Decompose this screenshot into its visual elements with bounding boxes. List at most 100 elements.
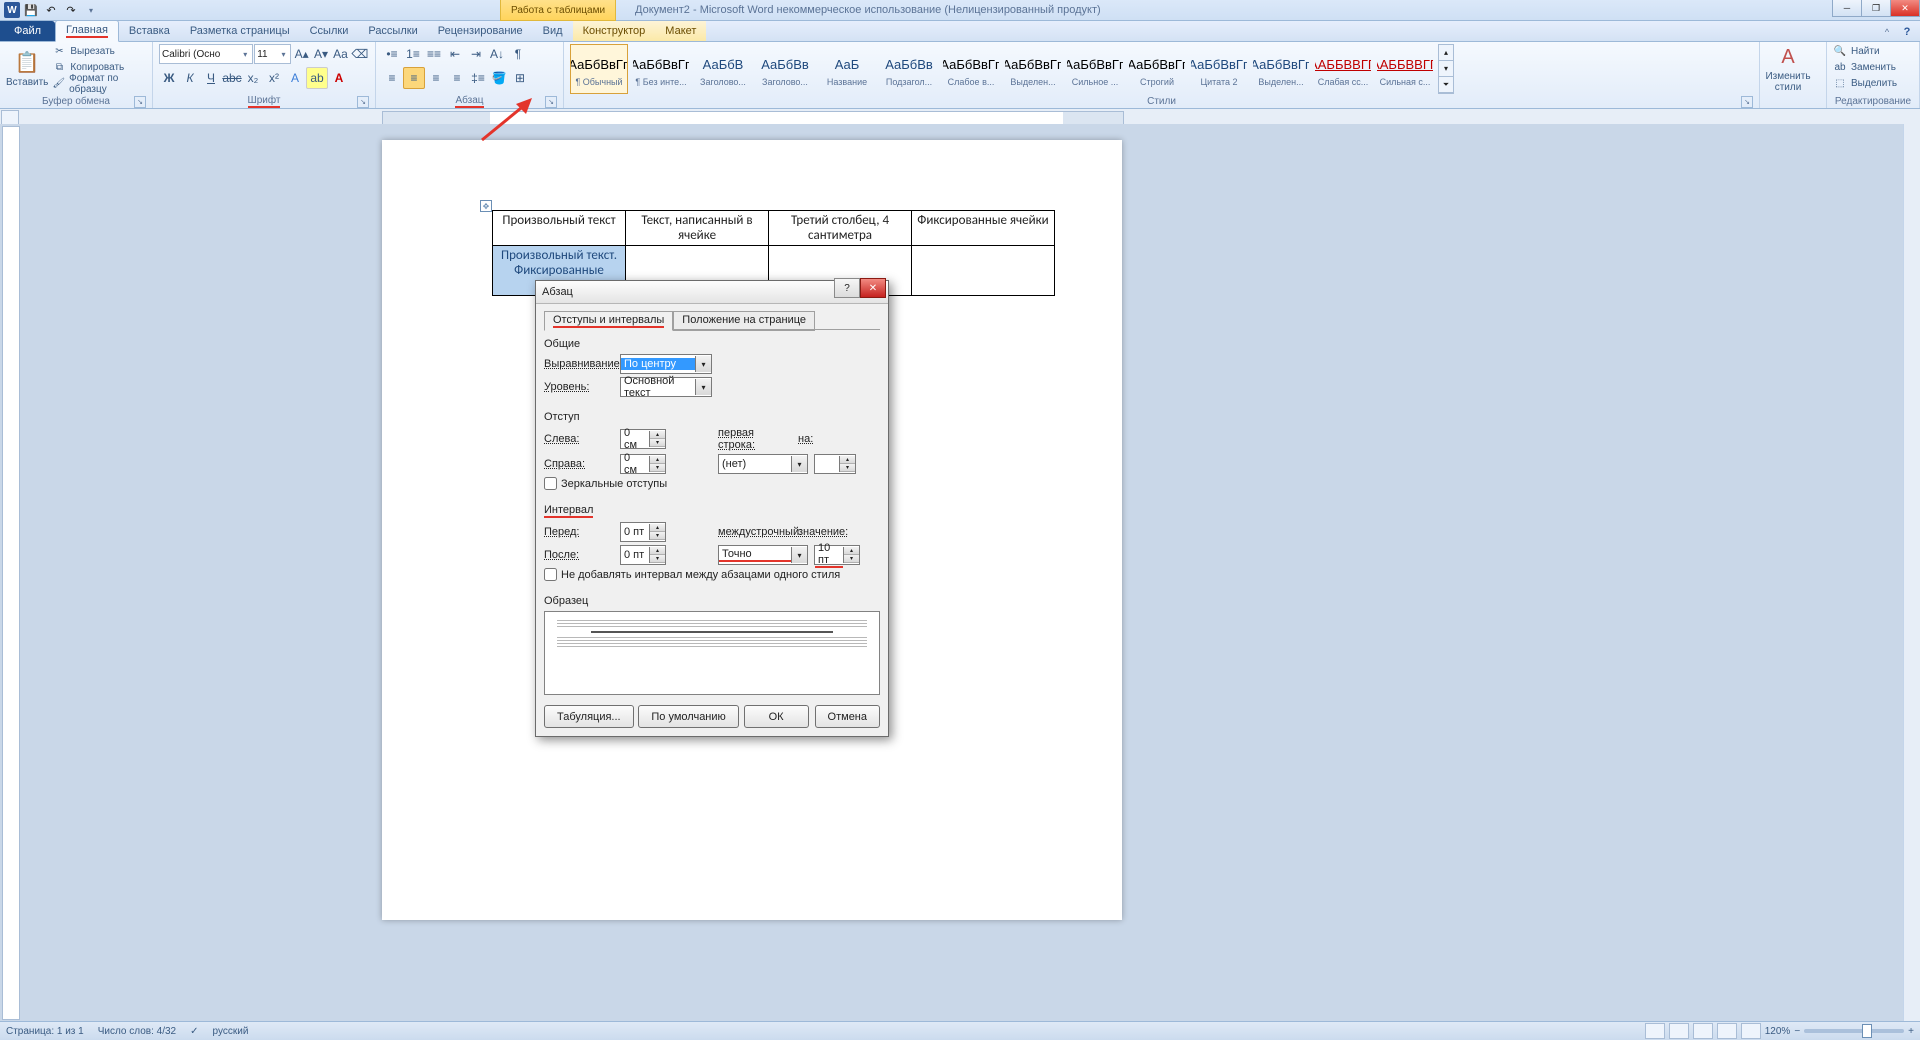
style-item[interactable]: АаБбВЗаголово... — [694, 44, 752, 94]
style-item[interactable]: АаБбВвГг,¶ Обычный — [570, 44, 628, 94]
increase-indent-icon[interactable]: ⇥ — [466, 44, 486, 64]
outline-level-combo[interactable]: Основной текст▾ — [620, 377, 712, 397]
select-button[interactable]: ⬚Выделить — [1833, 76, 1897, 91]
cancel-button[interactable]: Отмена — [815, 705, 880, 728]
no-space-same-style-check[interactable]: Не добавлять интервал между абзацами одн… — [544, 568, 880, 581]
style-item[interactable]: АаБбВвГгСтрогий — [1128, 44, 1186, 94]
status-proofing-icon[interactable]: ✓ — [190, 1026, 198, 1037]
vertical-ruler[interactable] — [2, 126, 20, 1020]
gallery-scroll-icon[interactable]: ▾ — [1439, 61, 1453, 77]
view-outline-icon[interactable] — [1717, 1023, 1737, 1039]
space-before-spin[interactable]: 0 пт▴▾ — [620, 522, 666, 542]
style-item[interactable]: ААББВВГГ,Слабая сс... — [1314, 44, 1372, 94]
clipboard-launcher[interactable]: ↘ — [134, 96, 146, 108]
dialog-help-button[interactable]: ? — [834, 278, 860, 298]
mirror-indents-check[interactable]: Зеркальные отступы — [544, 477, 880, 490]
decrease-indent-icon[interactable]: ⇤ — [445, 44, 465, 64]
font-size-combo[interactable]: 11▾ — [254, 44, 291, 64]
dialog-tab-pageposition[interactable]: Положение на странице — [673, 311, 815, 331]
default-button[interactable]: По умолчанию — [638, 705, 738, 728]
minimize-button[interactable]: ─ — [1832, 0, 1862, 17]
tab-layout[interactable]: Макет — [655, 21, 706, 41]
bold-icon[interactable]: Ж — [159, 68, 179, 88]
change-case-icon[interactable]: Aa — [331, 44, 349, 64]
subscript-icon[interactable]: x₂ — [243, 68, 263, 88]
vertical-scrollbar[interactable] — [1903, 124, 1920, 1022]
table-row[interactable]: Произвольный текст Текст, написанный в я… — [493, 211, 1055, 246]
view-web-icon[interactable] — [1693, 1023, 1713, 1039]
gallery-scroll-icon[interactable]: ▴ — [1439, 45, 1453, 61]
font-name-combo[interactable]: Calibri (Осно▾ — [159, 44, 253, 64]
ok-button[interactable]: ОК — [744, 705, 809, 728]
zoom-in-icon[interactable]: + — [1908, 1026, 1914, 1037]
zoom-level[interactable]: 120% — [1765, 1026, 1791, 1037]
alignment-combo[interactable]: По центру▾ — [620, 354, 712, 374]
italic-icon[interactable]: К — [180, 68, 200, 88]
format-painter-button[interactable]: 🖌Формат по образцу — [52, 76, 146, 91]
paste-button[interactable]: 📋 Вставить — [6, 44, 48, 94]
styles-launcher[interactable]: ↘ — [1741, 96, 1753, 108]
clear-format-icon[interactable]: ⌫ — [351, 44, 369, 64]
qat-customize-icon[interactable]: ▾ — [82, 1, 100, 19]
tab-view[interactable]: Вид — [533, 21, 573, 41]
tab-page-layout[interactable]: Разметка страницы — [180, 21, 300, 41]
tab-review[interactable]: Рецензирование — [428, 21, 533, 41]
bullet-list-icon[interactable]: •≡ — [382, 44, 402, 64]
style-item[interactable]: АаБбВвПодзагол... — [880, 44, 938, 94]
align-right-icon[interactable]: ≡ — [426, 68, 446, 88]
align-left-icon[interactable]: ≡ — [382, 68, 402, 88]
ribbon-minimize-icon[interactable]: ^ — [1878, 23, 1896, 41]
paragraph-launcher[interactable]: ↘ — [545, 96, 557, 108]
tab-mailings[interactable]: Рассылки — [358, 21, 427, 41]
find-button[interactable]: 🔍Найти — [1833, 44, 1897, 59]
style-item[interactable]: АаБбВвГг,¶ Без инте... — [632, 44, 690, 94]
underline-icon[interactable]: Ч — [201, 68, 221, 88]
tab-design[interactable]: Конструктор — [573, 21, 656, 41]
justify-icon[interactable]: ≡ — [447, 68, 467, 88]
status-page[interactable]: Страница: 1 из 1 — [6, 1026, 84, 1037]
number-list-icon[interactable]: 1≡ — [403, 44, 423, 64]
style-item[interactable]: АаБНазвание — [818, 44, 876, 94]
table-cell[interactable]: Третий столбец, 4 сантиметра — [769, 211, 912, 246]
close-button[interactable]: ✕ — [1890, 0, 1920, 17]
grow-font-icon[interactable]: A▴ — [292, 44, 310, 64]
font-color-icon[interactable]: A — [329, 68, 349, 88]
table-cell[interactable] — [912, 246, 1055, 296]
first-line-by-spin[interactable]: ▴▾ — [814, 454, 856, 474]
help-icon[interactable]: ? — [1898, 23, 1916, 41]
tabs-button[interactable]: Табуляция... — [544, 705, 634, 728]
file-tab[interactable]: Файл — [0, 21, 55, 41]
view-fullscreen-icon[interactable] — [1669, 1023, 1689, 1039]
style-item[interactable]: АаБбВвГг,Выделен... — [1252, 44, 1310, 94]
shrink-font-icon[interactable]: A▾ — [312, 44, 330, 64]
view-print-layout-icon[interactable] — [1645, 1023, 1665, 1039]
strike-icon[interactable]: abc — [222, 68, 242, 88]
zoom-out-icon[interactable]: − — [1794, 1026, 1800, 1037]
borders-icon[interactable]: ⊞ — [510, 68, 530, 88]
save-icon[interactable]: 💾 — [22, 1, 40, 19]
replace-button[interactable]: abЗаменить — [1833, 60, 1897, 75]
style-item[interactable]: АаБбВвГг,Сильное ... — [1066, 44, 1124, 94]
show-marks-icon[interactable]: ¶ — [508, 44, 528, 64]
change-styles-button[interactable]: A Изменить стили — [1766, 44, 1810, 94]
style-item[interactable]: АаБбВвГг,Слабое в... — [942, 44, 1000, 94]
dialog-close-button[interactable]: ✕ — [860, 278, 886, 298]
gallery-scroll-icon[interactable]: ⏷ — [1439, 77, 1453, 93]
style-item[interactable]: АаБбВвГг,Цитата 2 — [1190, 44, 1248, 94]
zoom-slider[interactable] — [1804, 1029, 1904, 1033]
right-indent-spin[interactable]: 0 см▴▾ — [620, 454, 666, 474]
restore-button[interactable]: ❐ — [1861, 0, 1891, 17]
redo-icon[interactable]: ↷ — [62, 1, 80, 19]
sort-icon[interactable]: A↓ — [487, 44, 507, 64]
text-effects-icon[interactable]: A — [285, 68, 305, 88]
superscript-icon[interactable]: x² — [264, 68, 284, 88]
dialog-title-bar[interactable]: Абзац ? ✕ — [536, 281, 888, 304]
dialog-tab-indents[interactable]: Отступы и интервалы — [544, 311, 673, 331]
line-spacing-at-spin[interactable]: 10 пт▴▾ — [814, 545, 860, 565]
tab-references[interactable]: Ссылки — [300, 21, 359, 41]
style-item[interactable]: ААББВВГГ,Сильная с... — [1376, 44, 1434, 94]
line-spacing-combo[interactable]: Точно▾ — [718, 545, 808, 565]
undo-icon[interactable]: ↶ — [42, 1, 60, 19]
cut-button[interactable]: ✂Вырезать — [52, 44, 146, 59]
status-language[interactable]: русский — [213, 1026, 249, 1037]
